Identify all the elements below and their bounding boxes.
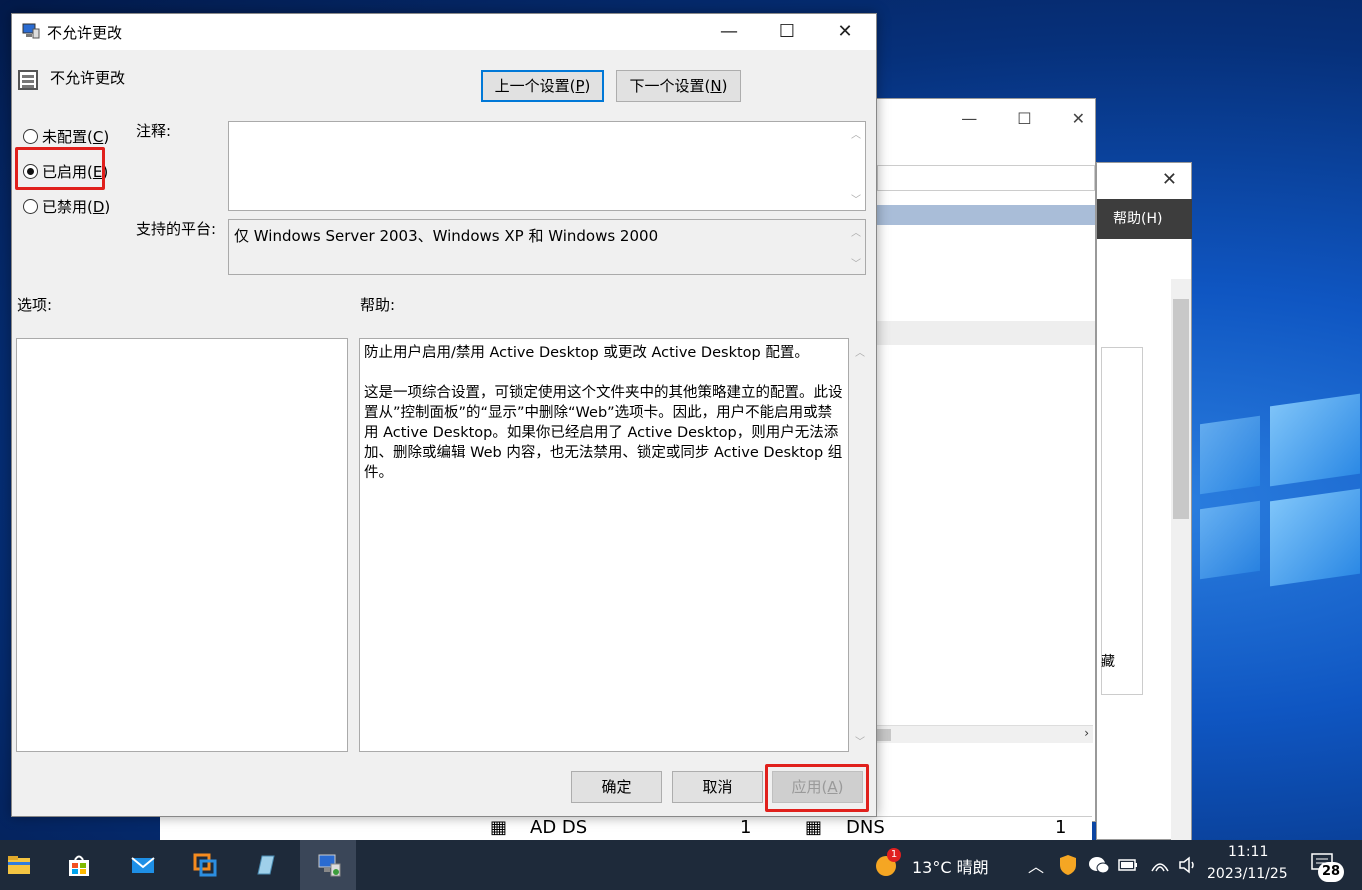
clock-time[interactable]: 11:11 [1228,844,1268,860]
taskbar-mail[interactable] [114,840,170,890]
background-window-2[interactable]: ✕ 帮助(H) 藏 [1096,162,1192,841]
volume-icon[interactable] [1178,855,1198,875]
role-count: 1 [740,817,752,838]
windows-logo-wallpaper [1200,380,1362,680]
options-panel[interactable] [16,338,348,752]
maximize-icon[interactable]: ☐ [764,20,810,44]
next-setting-button[interactable]: 下一个设置(N) [616,70,741,102]
group-policy-icon [318,854,341,877]
highlight-enabled [15,147,105,190]
radio-label: 已禁用(D) [42,198,111,216]
role-icon: ▦ [490,817,508,838]
maximize-icon[interactable]: ☐ [1017,109,1031,128]
comment-label: 注释: [136,122,172,140]
mail-icon [131,857,155,873]
window-title: 不允许更改 [47,24,123,42]
selected-row[interactable] [877,205,1095,225]
minimize-icon[interactable]: — [706,20,752,44]
setting-name: 不允许更改 [50,69,126,87]
help-text: 防止用户启用/禁用 Active Desktop 或更改 Active Desk… [364,345,843,481]
vertical-scrollbar[interactable] [1171,279,1191,841]
taskbar: 1 13°C 晴朗 ︿ 11:11 2023/11/25 28 [0,840,1362,890]
partial-text: 藏 [1101,654,1115,670]
menu-help[interactable]: 帮助(H) [1097,199,1192,239]
radio-circle[interactable] [23,129,38,144]
clock-date[interactable]: 2023/11/25 [1207,866,1288,882]
policy-icon [22,23,40,39]
taskbar-store[interactable] [50,840,106,890]
store-icon [69,855,89,876]
previous-setting-button[interactable]: 上一个设置(P) [481,70,604,102]
platform-value: 仅 Windows Server 2003、Windows XP 和 Windo… [234,227,659,245]
policy-setting-dialog: 不允许更改 — ☐ ✕ 不允许更改 上一个设置(P) 下一个设置(N) 未配置(… [11,13,877,817]
role-count: 1 [1055,817,1067,838]
title-bar[interactable]: 不允许更改 — ☐ ✕ [12,14,876,50]
notes-icon [257,855,275,875]
taskbar-notes[interactable] [236,840,292,890]
folder-icon [8,856,30,874]
highlight-apply [765,764,869,812]
radio-not-configured[interactable]: 未配置(C) [23,126,109,147]
taskbar-vmware[interactable] [176,840,232,890]
radio-disabled[interactable]: 已禁用(D) [23,196,110,217]
horizontal-scrollbar[interactable]: › [877,725,1093,743]
ok-button[interactable]: 确定 [571,771,662,803]
role-icon: ▦ [805,817,823,838]
wechat-icon[interactable] [1088,855,1110,875]
help-scrollbar[interactable]: ︿ ﹀ [852,340,868,750]
weather-badge: 1 [887,848,901,862]
help-panel: 防止用户启用/禁用 Active Desktop 或更改 Active Desk… [359,338,849,752]
role-name-dns[interactable]: DNS [846,817,885,838]
background-panel [1101,347,1143,695]
close-icon[interactable]: ✕ [822,20,868,44]
platform-label: 支持的平台: [136,220,217,238]
radio-circle[interactable] [23,199,38,214]
radio-label: 未配置(C) [42,128,110,146]
help-label: 帮助: [360,296,396,314]
minimize-icon[interactable]: — [961,109,977,128]
background-window-1[interactable]: — ☐ ✕ › [876,98,1096,822]
battery-icon[interactable] [1118,857,1138,873]
setting-icon [18,70,38,90]
wifi-icon[interactable] [1150,855,1170,875]
vmware-icon [193,853,217,877]
platform-field: 仅 Windows Server 2003、Windows XP 和 Windo… [228,219,866,275]
chevron-right-icon[interactable]: › [1084,726,1089,740]
taskbar-file-explorer[interactable] [0,840,46,890]
shield-icon[interactable] [1058,854,1078,876]
weather-text[interactable]: 13°C 晴朗 [912,854,989,878]
comment-textarea[interactable]: ︿ ﹀ [228,121,866,211]
server-role-strip: ▦ AD DS 1 ▦ DNS 1 [160,816,1092,840]
group-header [877,321,1095,345]
chevron-up-icon[interactable]: ︿ [1028,853,1044,877]
close-icon[interactable]: ✕ [1072,109,1085,128]
scrollbar[interactable]: ︿ ﹀ [847,220,865,274]
role-name-adds[interactable]: AD DS [530,817,587,838]
options-label: 选项: [17,296,53,314]
notification-count: 28 [1318,862,1344,882]
taskbar-group-policy[interactable] [300,840,356,890]
address-bar[interactable] [877,165,1095,191]
close-icon[interactable]: ✕ [1162,169,1177,190]
scrollbar[interactable]: ︿ ﹀ [847,122,865,210]
cancel-button[interactable]: 取消 [672,771,763,803]
